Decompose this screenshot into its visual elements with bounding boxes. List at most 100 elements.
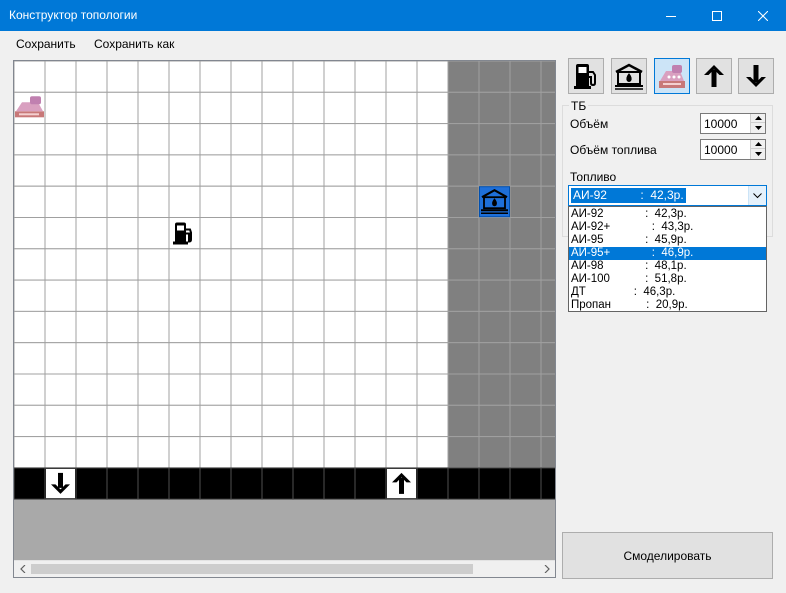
- grid-cell[interactable]: [416, 248, 449, 281]
- grid-cell[interactable]: [354, 217, 387, 250]
- grid-cell[interactable]: [509, 279, 542, 312]
- grid-cell[interactable]: [509, 248, 542, 281]
- road-cell[interactable]: [292, 467, 325, 500]
- fuel-option[interactable]: АИ-92 : 42,3р.: [569, 208, 766, 221]
- grid-cell[interactable]: [14, 185, 46, 218]
- grid-cell[interactable]: [44, 404, 77, 438]
- grid-cell[interactable]: [44, 248, 77, 281]
- grid-cell[interactable]: [44, 61, 77, 93]
- grid-cell[interactable]: [354, 342, 387, 375]
- grid-cell[interactable]: [447, 91, 480, 125]
- grid-cell[interactable]: [323, 154, 356, 187]
- fuel-option[interactable]: АИ-95 : 45,9р.: [569, 234, 766, 247]
- grid-cell[interactable]: [75, 404, 108, 438]
- grid-cell[interactable]: [261, 404, 294, 438]
- menu-save[interactable]: Сохранить: [16, 37, 76, 51]
- grid-cell[interactable]: [137, 123, 170, 156]
- grid-cell[interactable]: [447, 436, 480, 469]
- grid-cell[interactable]: [230, 91, 263, 125]
- grid-cell[interactable]: [447, 404, 480, 438]
- grid-cell[interactable]: [261, 217, 294, 250]
- grid-cell[interactable]: [75, 310, 108, 344]
- grid-cell[interactable]: [478, 373, 511, 406]
- grid-cell[interactable]: [292, 279, 325, 312]
- grid-cell[interactable]: [416, 279, 449, 312]
- road-cell[interactable]: [75, 467, 108, 500]
- grid-cell[interactable]: [478, 310, 511, 344]
- grid-cell[interactable]: [199, 61, 232, 93]
- grid-cell[interactable]: [323, 342, 356, 375]
- grid-cell[interactable]: [292, 217, 325, 250]
- tool-cash-register-button[interactable]: [654, 58, 690, 94]
- grid-cell[interactable]: [509, 154, 542, 187]
- grid-cell[interactable]: [199, 404, 232, 438]
- grid-cell[interactable]: [540, 123, 555, 156]
- grid-cell[interactable]: [75, 123, 108, 156]
- grid-cell[interactable]: [106, 310, 139, 344]
- grid-cell[interactable]: [385, 61, 418, 93]
- grid-cell[interactable]: [478, 404, 511, 438]
- grid-cell[interactable]: [106, 248, 139, 281]
- grid-cell[interactable]: [385, 373, 418, 406]
- fuel-option[interactable]: ДТ : 46,3р.: [569, 286, 766, 299]
- grid-cell[interactable]: [416, 123, 449, 156]
- grid-cell[interactable]: [385, 154, 418, 187]
- grid-cell[interactable]: [44, 436, 77, 469]
- grid-cell[interactable]: [261, 373, 294, 406]
- grid-cell[interactable]: [106, 342, 139, 375]
- grid-cell[interactable]: [354, 154, 387, 187]
- grid-cell[interactable]: [137, 154, 170, 187]
- grid-cell[interactable]: [447, 248, 480, 281]
- topology-grid[interactable]: [14, 61, 555, 560]
- scroll-thumb[interactable]: [31, 564, 473, 574]
- grid-cell[interactable]: [478, 342, 511, 375]
- tool-entry-arrow-button[interactable]: [696, 58, 732, 94]
- grid-cell[interactable]: [14, 342, 46, 375]
- grid-cell[interactable]: [75, 185, 108, 218]
- grid-cell[interactable]: [137, 310, 170, 344]
- grid-cell[interactable]: [509, 185, 542, 218]
- menu-save-as[interactable]: Сохранить как: [94, 37, 174, 51]
- road-cell[interactable]: [106, 467, 139, 500]
- grid-cell[interactable]: [230, 217, 263, 250]
- grid-cell[interactable]: [199, 91, 232, 125]
- grid-cell[interactable]: [540, 279, 555, 312]
- grid-cell[interactable]: [14, 404, 46, 438]
- grid-cell[interactable]: [14, 217, 46, 250]
- grid-cell[interactable]: [44, 310, 77, 344]
- grid-cell[interactable]: [292, 310, 325, 344]
- grid-cell[interactable]: [14, 310, 46, 344]
- grid-cell[interactable]: [199, 436, 232, 469]
- grid-cell[interactable]: [292, 154, 325, 187]
- grid-cell[interactable]: [509, 404, 542, 438]
- grid-cell[interactable]: [323, 436, 356, 469]
- grid-cell[interactable]: [509, 342, 542, 375]
- grid-cell[interactable]: [540, 248, 555, 281]
- grid-cell[interactable]: [106, 279, 139, 312]
- grid-cell[interactable]: [168, 248, 201, 281]
- grid-cell[interactable]: [75, 373, 108, 406]
- fuel-volume-stepper[interactable]: 10000: [700, 139, 766, 160]
- grid-cell[interactable]: [292, 342, 325, 375]
- grid-cell[interactable]: [230, 279, 263, 312]
- fuel-tank-object[interactable]: [479, 186, 510, 218]
- grid-cell[interactable]: [75, 248, 108, 281]
- road-cell[interactable]: [416, 467, 449, 500]
- grid-cell[interactable]: [44, 373, 77, 406]
- fuel-option[interactable]: АИ-98 : 48,1р.: [569, 260, 766, 273]
- minimize-button[interactable]: [648, 0, 694, 31]
- grid-cell[interactable]: [416, 436, 449, 469]
- grid-cell[interactable]: [168, 310, 201, 344]
- grid-cell[interactable]: [478, 217, 511, 250]
- volume-value[interactable]: 10000: [704, 117, 737, 131]
- grid-cell[interactable]: [385, 91, 418, 125]
- grid-cell[interactable]: [540, 342, 555, 375]
- horizontal-scrollbar[interactable]: [14, 560, 555, 577]
- grid-cell[interactable]: [416, 61, 449, 93]
- grid-cell[interactable]: [106, 373, 139, 406]
- grid-cell[interactable]: [44, 342, 77, 375]
- grid-cell[interactable]: [323, 185, 356, 218]
- grid-cell[interactable]: [509, 123, 542, 156]
- grid-cell[interactable]: [14, 248, 46, 281]
- grid-cell[interactable]: [14, 436, 46, 469]
